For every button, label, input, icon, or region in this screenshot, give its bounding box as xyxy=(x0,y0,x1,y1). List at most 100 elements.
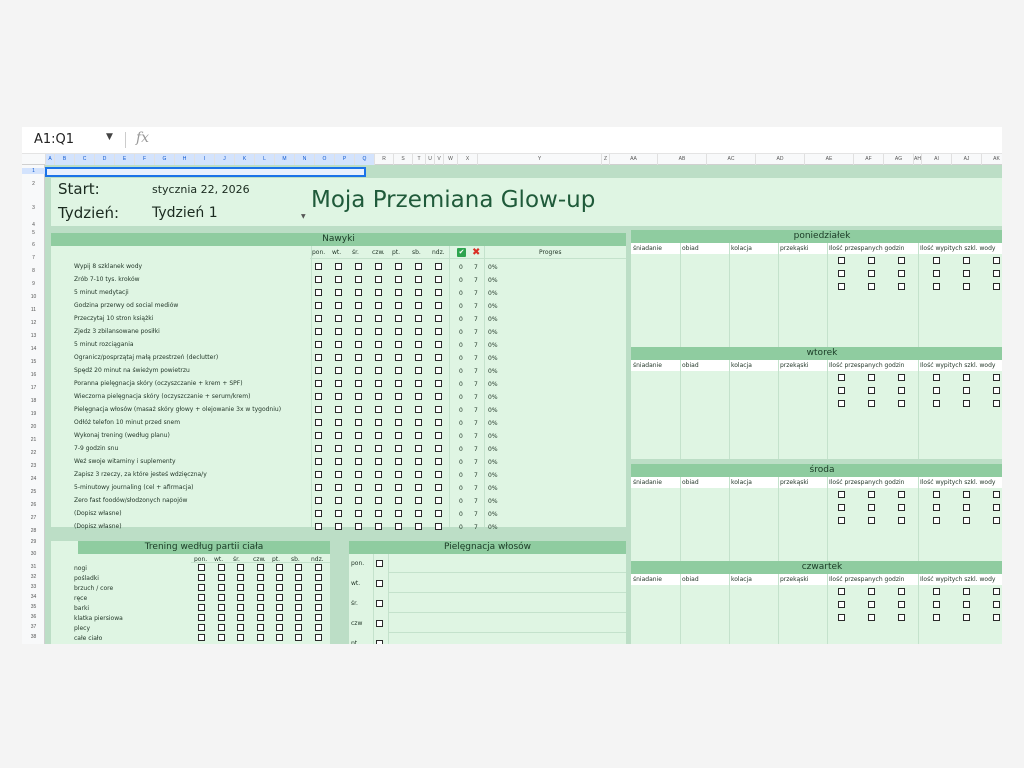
column-header[interactable]: Z xyxy=(601,154,609,165)
habit-checkbox[interactable] xyxy=(415,328,422,335)
row-header[interactable]: 25 xyxy=(22,489,45,495)
meal-checkbox[interactable] xyxy=(933,374,940,381)
training-checkbox[interactable] xyxy=(198,634,205,641)
dropdown-arrow-icon[interactable]: ▼ xyxy=(301,213,306,220)
meal-checkbox[interactable] xyxy=(868,588,875,595)
habit-checkbox[interactable] xyxy=(415,419,422,426)
habit-checkbox[interactable] xyxy=(435,393,442,400)
meal-checkbox[interactable] xyxy=(963,374,970,381)
habit-checkbox[interactable] xyxy=(415,471,422,478)
habit-name[interactable]: Odłóż telefon 10 minut przed snem xyxy=(74,419,180,426)
habit-checkbox[interactable] xyxy=(315,302,322,309)
habit-checkbox[interactable] xyxy=(355,458,362,465)
training-checkbox[interactable] xyxy=(198,604,205,611)
row-header[interactable]: 12 xyxy=(22,320,45,326)
habit-checkbox[interactable] xyxy=(395,393,402,400)
row-header[interactable]: 1 xyxy=(22,168,45,174)
training-checkbox[interactable] xyxy=(218,574,225,581)
habit-checkbox[interactable] xyxy=(375,263,382,270)
habit-checkbox[interactable] xyxy=(355,393,362,400)
habit-checkbox[interactable] xyxy=(415,445,422,452)
habit-checkbox[interactable] xyxy=(335,263,342,270)
meal-checkbox[interactable] xyxy=(838,374,845,381)
habit-checkbox[interactable] xyxy=(315,497,322,504)
training-checkbox[interactable] xyxy=(257,594,264,601)
habit-checkbox[interactable] xyxy=(415,393,422,400)
habit-name[interactable]: Ogranicz/posprzątaj małą przestrzeń (dec… xyxy=(74,354,218,361)
row-header[interactable]: 5 xyxy=(22,230,45,236)
column-header[interactable]: AE xyxy=(804,154,853,165)
habit-name[interactable]: 5 minut medytacji xyxy=(74,289,129,296)
row-header[interactable]: 15 xyxy=(22,359,45,365)
habit-checkbox[interactable] xyxy=(355,406,362,413)
habit-checkbox[interactable] xyxy=(355,523,362,530)
habit-name[interactable]: Wykonaj trening (według planu) xyxy=(74,432,170,439)
habit-checkbox[interactable] xyxy=(435,432,442,439)
habit-checkbox[interactable] xyxy=(335,393,342,400)
training-checkbox[interactable] xyxy=(295,624,302,631)
habit-checkbox[interactable] xyxy=(315,380,322,387)
column-header[interactable]: AC xyxy=(706,154,755,165)
row-header[interactable]: 19 xyxy=(22,411,45,417)
meal-checkbox[interactable] xyxy=(963,283,970,290)
meal-checkbox[interactable] xyxy=(963,387,970,394)
meal-checkbox[interactable] xyxy=(868,374,875,381)
meal-checkbox[interactable] xyxy=(898,257,905,264)
habit-checkbox[interactable] xyxy=(315,484,322,491)
habit-checkbox[interactable] xyxy=(435,497,442,504)
habit-checkbox[interactable] xyxy=(335,276,342,283)
habit-checkbox[interactable] xyxy=(395,432,402,439)
training-checkbox[interactable] xyxy=(218,584,225,591)
column-header[interactable]: E xyxy=(114,154,134,165)
meal-checkbox[interactable] xyxy=(898,374,905,381)
habit-checkbox[interactable] xyxy=(335,510,342,517)
meal-checkbox[interactable] xyxy=(838,517,845,524)
meal-checkbox[interactable] xyxy=(898,400,905,407)
habit-checkbox[interactable] xyxy=(335,406,342,413)
habit-name[interactable]: Weź swoje witaminy i suplementy xyxy=(74,458,176,465)
habit-checkbox[interactable] xyxy=(395,328,402,335)
column-header[interactable]: T xyxy=(412,154,425,165)
column-header[interactable]: R xyxy=(374,154,393,165)
habit-checkbox[interactable] xyxy=(395,484,402,491)
row-header[interactable]: 14 xyxy=(22,346,45,352)
training-checkbox[interactable] xyxy=(315,584,322,591)
hair-checkbox[interactable] xyxy=(376,600,383,607)
row-header[interactable]: 2 xyxy=(22,181,45,187)
training-checkbox[interactable] xyxy=(198,564,205,571)
column-header[interactable]: H xyxy=(174,154,194,165)
row-header[interactable]: 21 xyxy=(22,437,45,443)
training-checkbox[interactable] xyxy=(218,624,225,631)
habit-checkbox[interactable] xyxy=(315,341,322,348)
habit-name[interactable]: Godzina przerwy od social mediów xyxy=(74,302,178,309)
habit-checkbox[interactable] xyxy=(335,354,342,361)
habit-checkbox[interactable] xyxy=(415,406,422,413)
habit-checkbox[interactable] xyxy=(355,341,362,348)
habit-checkbox[interactable] xyxy=(375,458,382,465)
training-checkbox[interactable] xyxy=(218,614,225,621)
row-header[interactable]: 38 xyxy=(22,634,45,640)
habit-checkbox[interactable] xyxy=(415,497,422,504)
meal-checkbox[interactable] xyxy=(993,387,1000,394)
habit-checkbox[interactable] xyxy=(375,367,382,374)
row-header[interactable]: 20 xyxy=(22,424,45,430)
column-header[interactable]: D xyxy=(94,154,114,165)
training-checkbox[interactable] xyxy=(257,564,264,571)
column-header[interactable]: AI xyxy=(921,154,951,165)
training-checkbox[interactable] xyxy=(257,604,264,611)
habit-checkbox[interactable] xyxy=(355,471,362,478)
habit-checkbox[interactable] xyxy=(375,289,382,296)
training-checkbox[interactable] xyxy=(295,594,302,601)
meal-checkbox[interactable] xyxy=(993,257,1000,264)
habit-checkbox[interactable] xyxy=(415,484,422,491)
meal-checkbox[interactable] xyxy=(963,588,970,595)
habit-checkbox[interactable] xyxy=(315,445,322,452)
habit-checkbox[interactable] xyxy=(415,315,422,322)
habit-checkbox[interactable] xyxy=(415,276,422,283)
meal-checkbox[interactable] xyxy=(838,504,845,511)
row-header[interactable]: 9 xyxy=(22,281,45,287)
column-header[interactable]: O xyxy=(314,154,334,165)
habit-name[interactable]: 5 minut rozciągania xyxy=(74,341,134,348)
meal-checkbox[interactable] xyxy=(933,257,940,264)
habit-checkbox[interactable] xyxy=(435,380,442,387)
